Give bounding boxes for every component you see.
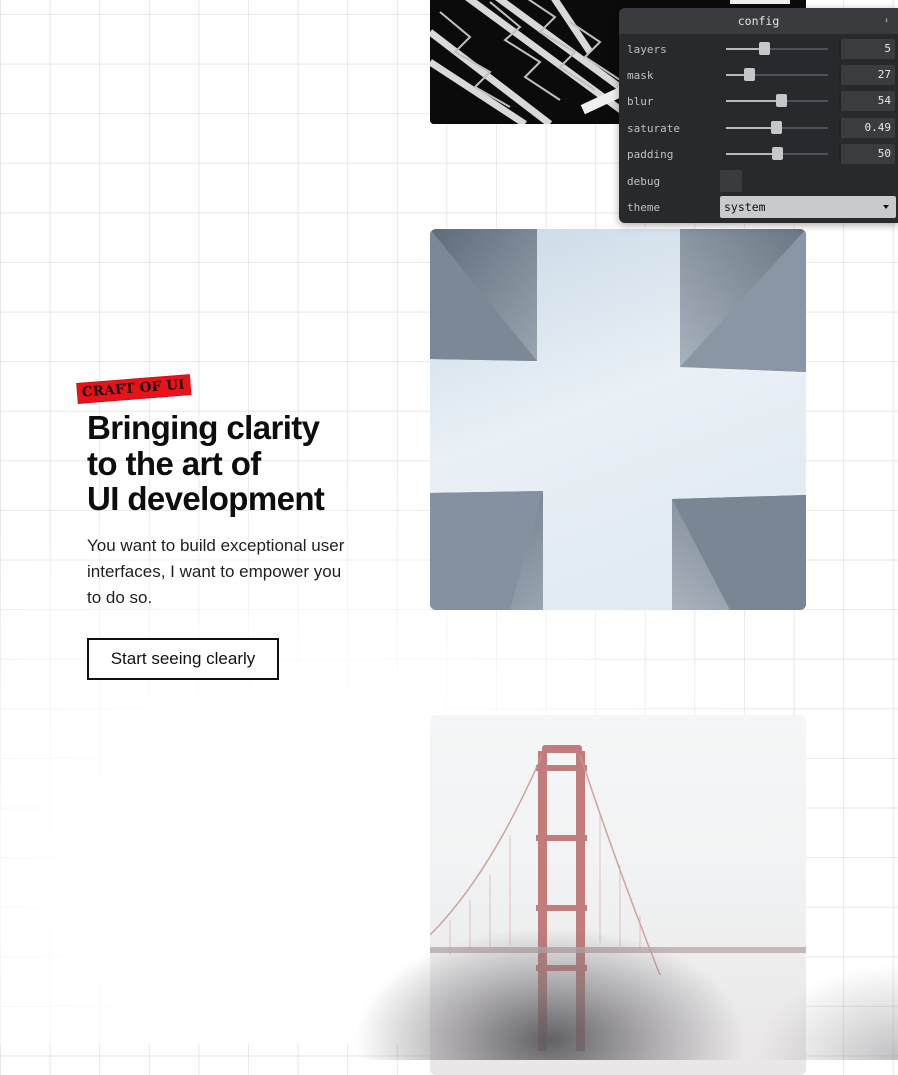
config-row-mask: mask 27 [619,62,898,88]
slider-thumb[interactable] [770,121,782,134]
craft-of-ui-tag: CRAFT OF UI [76,374,192,404]
golden-gate-image [430,715,806,1075]
layers-slider[interactable] [726,42,828,56]
config-panel: config ⬍ layers 5 mask 27 blur 54 satura… [619,8,898,223]
slider-thumb[interactable] [744,68,756,81]
saturate-slider[interactable] [726,121,828,135]
theme-select-value: system [724,200,766,214]
blur-value-input[interactable]: 54 [839,91,895,111]
blur-label: blur [627,94,654,108]
config-row-debug: debug [619,168,898,194]
mask-label: mask [627,68,654,82]
config-row-theme: theme system [619,194,898,220]
theme-select[interactable]: system [720,196,896,218]
golden-gate-graphic [430,745,806,1051]
mask-slider[interactable] [726,68,828,82]
padding-label: padding [627,147,674,161]
debug-checkbox[interactable] [720,170,742,192]
config-row-padding: padding 50 [619,141,898,167]
saturate-value-input[interactable]: 0.49 [839,118,895,138]
slider-fill [726,127,776,129]
headline-line-2: to the art of [87,444,261,482]
slider-fill [726,153,777,155]
config-panel-title: config [737,14,780,28]
chevron-down-icon [883,205,889,209]
slider-fill [726,100,782,102]
headline-line-3: UI development [87,480,325,517]
slider-thumb[interactable] [758,42,770,55]
slider-thumb[interactable] [776,94,788,107]
debug-label: debug [627,174,661,188]
start-seeing-clearly-button[interactable]: Start seeing clearly [87,638,279,680]
padding-value-input[interactable]: 50 [839,144,895,164]
towers-graphic [430,229,806,610]
towers-image [430,229,806,610]
config-row-layers: layers 5 [619,36,898,62]
config-row-blur: blur 54 [619,88,898,114]
blur-slider[interactable] [726,94,828,108]
saturate-label: saturate [627,121,680,135]
layers-value-input[interactable]: 5 [839,39,895,59]
config-panel-header[interactable]: config ⬍ [619,8,898,34]
config-row-saturate: saturate 0.49 [619,115,898,141]
layers-label: layers [627,42,667,56]
theme-label: theme [627,200,661,214]
hero-subtext: You want to build exceptional user inter… [87,536,345,607]
mask-value-input[interactable]: 27 [839,65,895,85]
padding-slider[interactable] [726,147,828,161]
collapse-icon[interactable]: ⬍ [884,16,889,25]
slider-thumb[interactable] [772,147,783,160]
hero-headline: Bringing clarity to the art of UI develo… [87,410,407,517]
headline-line-1: Bringing clarity [87,409,320,446]
